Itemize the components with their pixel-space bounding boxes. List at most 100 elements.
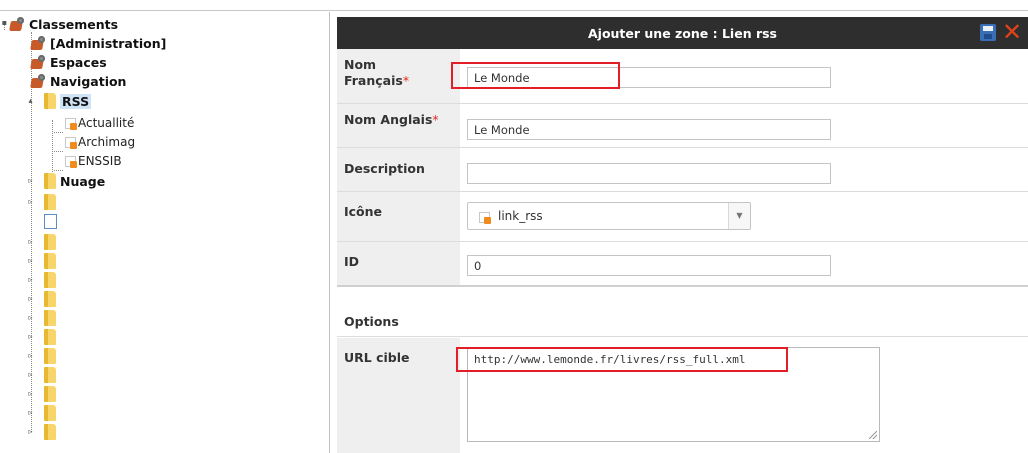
expand-toggle[interactable]: ▹ [26, 256, 35, 265]
folder-icon [44, 93, 56, 109]
tree-item-unnamed[interactable] [44, 328, 60, 346]
description-label: Description [337, 148, 460, 191]
expand-toggle[interactable]: ▹ [26, 275, 35, 284]
tree-item-archimag[interactable]: Archimag [65, 133, 135, 151]
tree-item-unnamed[interactable] [44, 423, 60, 441]
id-label: ID [337, 242, 460, 286]
folder-icon [44, 386, 56, 402]
tree-item-unnamed[interactable] [44, 193, 60, 211]
tree-item-label: Navigation [50, 73, 127, 89]
tree-item-navigation[interactable]: Navigation [30, 72, 126, 90]
tree-item-administration[interactable]: [Administration] [30, 34, 166, 52]
tree-item-unnamed[interactable] [44, 404, 60, 422]
url-cible-value: http://www.lemonde.fr/livres/rss_full.xm… [474, 353, 746, 366]
admin-icon [30, 73, 47, 89]
label-line: Nom [344, 57, 377, 72]
tree-item-unnamed[interactable] [44, 271, 60, 289]
rss-icon [65, 136, 77, 149]
url-cible-label: URL cible [337, 338, 460, 453]
expand-toggle[interactable]: ▹ [26, 370, 35, 379]
expand-toggle[interactable]: ▹ [26, 176, 35, 185]
tree-item-rss[interactable]: RSS [44, 92, 92, 110]
tree-item-unnamed[interactable] [44, 252, 60, 270]
folder-icon [44, 405, 56, 421]
row-nom-francais: Nom Français* [337, 49, 1028, 104]
nom-anglais-label: Nom Anglais* [337, 104, 460, 147]
folder-icon [44, 424, 56, 440]
collapse-toggle[interactable]: ▪ [0, 18, 9, 27]
tree-item-label: RSS [60, 93, 92, 109]
icone-selected-value: link_rss [498, 209, 543, 223]
tree-item-espaces[interactable]: Espaces [30, 53, 107, 71]
folder-icon [44, 291, 56, 307]
icone-select[interactable]: link_rss ▼ [467, 202, 751, 230]
tree-item-unnamed[interactable] [44, 366, 60, 384]
row-url-cible: URL cible http://www.lemonde.fr/livres/r… [337, 338, 1028, 453]
label-line: Français [344, 73, 403, 88]
folder-icon [44, 329, 56, 345]
icone-label: Icône [337, 192, 460, 241]
tree-item-unnamed[interactable] [44, 212, 57, 230]
tree-item-unnamed[interactable] [44, 309, 60, 327]
empty-page-icon [44, 213, 57, 229]
tree-item-actuallite[interactable]: Actuallité [65, 114, 134, 132]
tree-item-label: [Administration] [50, 35, 167, 51]
folder-icon [44, 272, 56, 288]
admin-icon [30, 54, 47, 70]
folder-icon [44, 194, 56, 210]
expand-toggle[interactable]: ▹ [26, 408, 35, 417]
id-input[interactable] [467, 255, 831, 276]
rss-icon [65, 117, 77, 130]
rss-icon [65, 155, 77, 168]
expand-toggle[interactable]: ▹ [26, 389, 35, 398]
chevron-down-icon[interactable]: ▼ [728, 203, 750, 229]
row-description: Description [337, 148, 1028, 192]
tree-item-nuage[interactable]: Nuage [44, 172, 105, 190]
nom-francais-label: Nom Français* [337, 49, 460, 103]
expand-toggle[interactable]: ▹ [26, 197, 35, 206]
collapse-toggle[interactable]: ▴ [26, 96, 35, 105]
expand-toggle[interactable]: ▹ [26, 237, 35, 246]
options-label: Options [344, 314, 399, 329]
admin-icon [30, 35, 47, 51]
required-mark: * [432, 112, 439, 127]
save-icon[interactable] [980, 24, 996, 41]
tree-item-enssib[interactable]: ENSSIB [65, 152, 122, 170]
tree-item-unnamed[interactable] [44, 233, 60, 251]
tree-item-label: Actuallité [78, 116, 135, 130]
add-zone-form: Ajouter une zone : Lien rss ✕ Nom França… [337, 17, 1028, 453]
tree-item-label: Archimag [78, 135, 136, 149]
expand-toggle[interactable]: ▹ [26, 351, 35, 360]
folder-icon [44, 310, 56, 326]
expand-toggle[interactable]: ▹ [26, 427, 35, 436]
expand-toggle[interactable]: ▹ [26, 313, 35, 322]
description-input[interactable] [467, 163, 831, 184]
expand-toggle[interactable]: ▹ [26, 294, 35, 303]
top-divider [0, 10, 1028, 11]
tree-root-classements[interactable]: Classements [9, 15, 118, 33]
nom-francais-input[interactable] [467, 67, 831, 88]
row-icone: Icône link_rss ▼ [337, 192, 1028, 242]
form-header: Ajouter une zone : Lien rss ✕ [337, 17, 1028, 49]
nom-anglais-input[interactable] [467, 119, 831, 140]
expand-toggle[interactable]: ▹ [26, 332, 35, 341]
row-nom-anglais: Nom Anglais* [337, 104, 1028, 148]
rss-icon [479, 212, 491, 224]
tree-item-label: Nuage [60, 173, 106, 189]
admin-icon [9, 16, 26, 32]
required-mark: * [402, 73, 410, 88]
close-icon[interactable]: ✕ [1002, 20, 1022, 44]
row-id: ID [337, 242, 1028, 286]
tree-item-unnamed[interactable] [44, 347, 60, 365]
url-cible-textarea[interactable]: http://www.lemonde.fr/livres/rss_full.xm… [467, 347, 880, 442]
resize-grip-icon[interactable] [869, 431, 877, 439]
tree-item-unnamed[interactable] [44, 385, 60, 403]
tree-root-label: Classements [29, 16, 119, 32]
form-title: Ajouter une zone : Lien rss [587, 25, 777, 41]
tree-item-label: Espaces [50, 54, 107, 70]
folder-icon [44, 367, 56, 383]
options-section: Options [337, 287, 1028, 337]
folder-icon [44, 348, 56, 364]
tree-item-unnamed[interactable] [44, 290, 60, 308]
label-text: Nom Anglais [344, 112, 433, 127]
